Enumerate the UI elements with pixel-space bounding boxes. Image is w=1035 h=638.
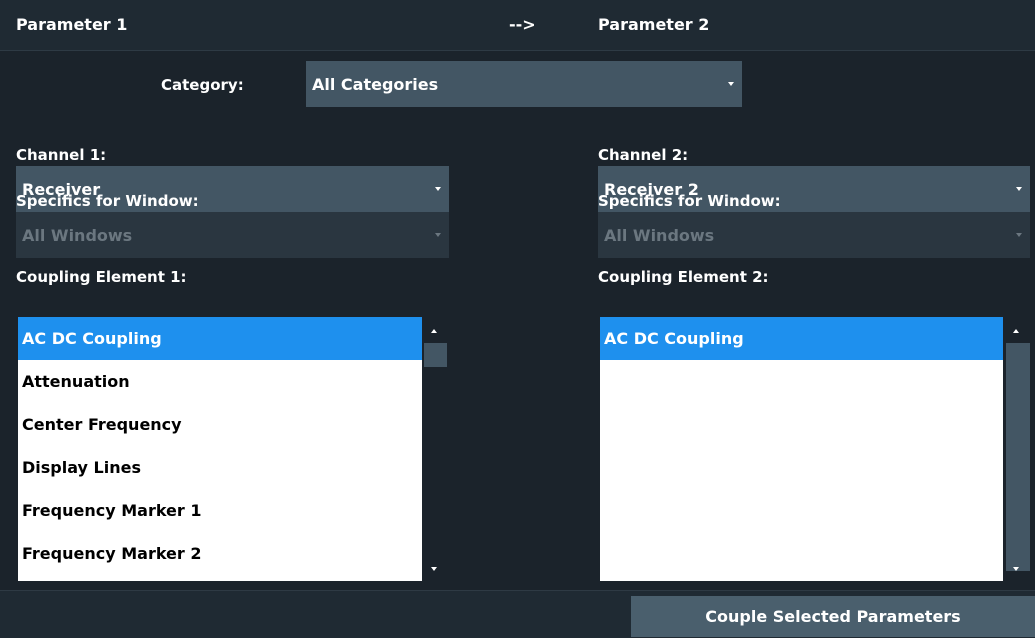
coupling-element-1-list[interactable]: AC DC Coupling Attenuation Center Freque…: [18, 317, 422, 581]
coupling-element-2-label: Coupling Element 2:: [598, 268, 769, 286]
chevron-down-icon: [435, 233, 441, 237]
coupling-element-1-scrollbar[interactable]: [422, 317, 447, 581]
window-2-label: Specifics for Window:: [598, 192, 781, 210]
coupling-element-2-scrollbar[interactable]: [1003, 317, 1030, 581]
window-2-value: All Windows: [604, 225, 715, 245]
chevron-down-icon: [435, 187, 441, 191]
scroll-down-icon[interactable]: [1013, 567, 1019, 571]
chevron-down-icon: [728, 82, 734, 86]
coupling-element-2-list[interactable]: AC DC Coupling: [600, 317, 1003, 581]
list-item[interactable]: AC DC Coupling: [600, 317, 1003, 360]
channel-2-label: Channel 2:: [598, 146, 689, 164]
scroll-up-icon[interactable]: [431, 329, 437, 333]
scrollbar-thumb[interactable]: [424, 343, 447, 367]
chevron-down-icon: [1016, 187, 1022, 191]
list-item[interactable]: Frequency Marker 2: [18, 532, 422, 575]
parameter-2-title: Parameter 2: [598, 15, 710, 34]
category-label: Category:: [161, 76, 244, 94]
category-dropdown[interactable]: All Categories: [306, 61, 742, 107]
parameter-1-title: Parameter 1: [16, 15, 128, 34]
couple-button-label: Couple Selected Parameters: [705, 607, 961, 626]
list-item[interactable]: Display Lines: [18, 446, 422, 489]
window-1-label: Specifics for Window:: [16, 192, 199, 210]
chevron-down-icon: [1016, 233, 1022, 237]
list-item[interactable]: Attenuation: [18, 360, 422, 403]
scroll-up-icon[interactable]: [1013, 329, 1019, 333]
category-value: All Categories: [312, 74, 439, 94]
list-item[interactable]: Frequency Marker 1: [18, 489, 422, 532]
list-item[interactable]: AC DC Coupling: [18, 317, 422, 360]
scroll-down-icon[interactable]: [431, 567, 437, 571]
window-1-dropdown: All Windows: [16, 212, 449, 258]
scrollbar-thumb[interactable]: [1006, 343, 1030, 571]
arrow-text: -->: [509, 15, 536, 34]
couple-selected-parameters-button[interactable]: Couple Selected Parameters: [631, 596, 1035, 637]
channel-1-label: Channel 1:: [16, 146, 107, 164]
list-item[interactable]: Center Frequency: [18, 403, 422, 446]
window-2-dropdown: All Windows: [598, 212, 1030, 258]
window-1-value: All Windows: [22, 225, 133, 245]
coupling-element-1-label: Coupling Element 1:: [16, 268, 187, 286]
